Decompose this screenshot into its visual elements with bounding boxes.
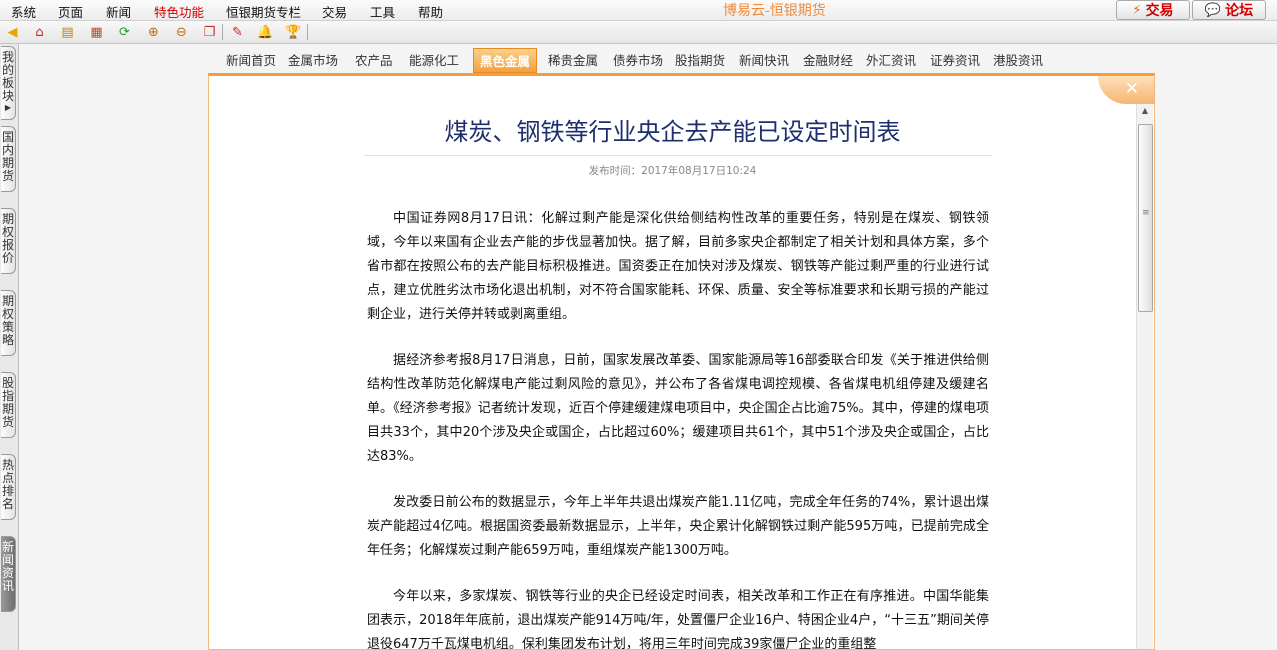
tab-hot-ranking[interactable]: 热点排名 [1,454,16,520]
grid-icon[interactable]: ▦ [88,24,105,40]
article-body: 中国证券网8月17日讯：化解过剩产能是深化供给侧结构性改革的重要任务，特别是在煤… [367,207,989,650]
nav-index-futures[interactable]: 股指期货 [675,50,725,69]
forum-button[interactable]: 💬 论坛 [1192,0,1266,20]
zoom-in-icon[interactable]: ⊕ [145,24,162,40]
left-tab-bar: 我的板块 ▶ 国内期货 期权报价 期权策略 股指期货 热点排名 新闻资讯 [0,44,19,650]
nav-agricultural[interactable]: 农产品 [355,50,393,69]
chat-bubble-icon: 💬 [1204,2,1222,18]
menu-trade[interactable]: 交易 [322,2,347,21]
tab-my-sectors[interactable]: 我的板块 ▶ [1,46,16,120]
tab-label: 期权策略 [1,294,14,347]
tab-option-quotes[interactable]: 期权报价 [1,208,16,274]
tab-label: 股指期货 [1,376,14,429]
vertical-scrollbar[interactable]: ▲ ≡ [1136,104,1153,649]
menu-help[interactable]: 帮助 [418,2,443,21]
article-title: 煤炭、钢铁等行业央企去产能已设定时间表 [444,118,901,146]
trade-button-label: 交易 [1145,3,1174,19]
tab-domestic-futures[interactable]: 国内期货 [1,126,16,192]
tab-label: 我的板块 [1,50,14,103]
tab-label: 新闻资讯 [1,540,14,593]
brand-title: 博易云-恒银期货 [723,3,826,19]
window-icon[interactable]: ❐ [201,24,218,40]
menu-tools[interactable]: 工具 [370,2,395,21]
tab-option-strategy[interactable]: 期权策略 [1,290,16,356]
nav-finance[interactable]: 金融财经 [803,50,853,69]
menu-page[interactable]: 页面 [58,2,83,21]
publish-time: 发布时间：2017年08月17日10:24 [588,165,757,177]
toolbar-separator [307,24,308,40]
toolbar-separator [222,24,223,40]
nav-precious-metals[interactable]: 稀贵金属 [548,50,598,69]
article-paragraph: 中国证券网8月17日讯：化解过剩产能是深化供给侧结构性改革的重要任务，特别是在煤… [367,211,989,322]
nav-securities[interactable]: 证券资讯 [930,50,980,69]
tab-label: 热点排名 [1,458,14,511]
nav-metals-market[interactable]: 金属市场 [288,50,338,69]
close-icon[interactable]: ✕ [1125,79,1139,99]
menu-hengyin-column[interactable]: 恒银期货专栏 [226,2,301,21]
scrollbar-thumb[interactable]: ≡ [1138,124,1153,312]
article-paragraph: 发改委日前公布的数据显示，今年上半年共退出煤炭产能1.11亿吨，完成全年任务的7… [367,495,989,558]
article-paragraph: 今年以来，多家煤炭、钢铁等行业的央企已经设定时间表，相关改革和工作正在有序推进。… [367,589,989,650]
home-icon[interactable]: ⌂ [31,24,48,40]
bell-icon[interactable]: 🔔 [257,24,274,40]
lightning-icon: ⚡ [1132,2,1142,18]
menu-system[interactable]: 系统 [11,2,36,21]
main-content: 新闻首页 金属市场 农产品 能源化工 黑色金属 稀贵金属 债券市场 股指期货 新… [19,44,1277,650]
nav-energy-chemical[interactable]: 能源化工 [409,50,459,69]
menu-news[interactable]: 新闻 [106,2,131,21]
divider [364,155,992,156]
tab-label: 国内期货 [1,130,14,183]
cup-icon[interactable]: 🏆 [285,24,302,40]
pencil-icon[interactable]: ✎ [229,24,246,40]
back-icon[interactable]: ◀ [4,24,21,40]
nav-ferrous-metals[interactable]: 黑色金属 [473,48,538,73]
article-paragraph: 据经济参考报8月17日消息，日前，国家发展改革委、国家能源局等16部委联合印发《… [367,353,989,464]
news-category-nav: 新闻首页 金属市场 农产品 能源化工 黑色金属 稀贵金属 债券市场 股指期货 新… [19,46,1277,73]
grip-icon: ≡ [1142,208,1150,218]
arrow-right-icon: ▶ [4,103,12,112]
nav-bond-market[interactable]: 债券市场 [613,50,663,69]
menu-bar: 系统 页面 新闻 特色功能 恒银期货专栏 交易 工具 帮助 博易云-恒银期货 ⚡… [0,0,1277,21]
menu-special-features[interactable]: 特色功能 [154,2,204,21]
scroll-up-arrow-icon[interactable]: ▲ [1137,106,1153,120]
refresh-icon[interactable]: ⟳ [116,24,133,40]
tab-news[interactable]: 新闻资讯 [1,536,16,612]
toolbar: ◀ ⌂ ▤ ▦ ⟳ ⊕ ⊖ ❐ ✎ 🔔 🏆 [0,21,1277,44]
nav-news-flash[interactable]: 新闻快讯 [739,50,789,69]
tab-index-futures[interactable]: 股指期货 [1,372,16,438]
zoom-out-icon[interactable]: ⊖ [173,24,190,40]
nav-news-home[interactable]: 新闻首页 [226,50,276,69]
nav-hk-stocks[interactable]: 港股资讯 [993,50,1043,69]
trade-button[interactable]: ⚡ 交易 [1116,0,1190,20]
tab-label: 期权报价 [1,212,14,265]
book-icon[interactable]: ▤ [59,24,76,40]
nav-forex[interactable]: 外汇资讯 [866,50,916,69]
forum-button-label: 论坛 [1225,3,1254,19]
article-panel: ✕ 煤炭、钢铁等行业央企去产能已设定时间表 发布时间：2017年08月17日10… [208,73,1155,650]
